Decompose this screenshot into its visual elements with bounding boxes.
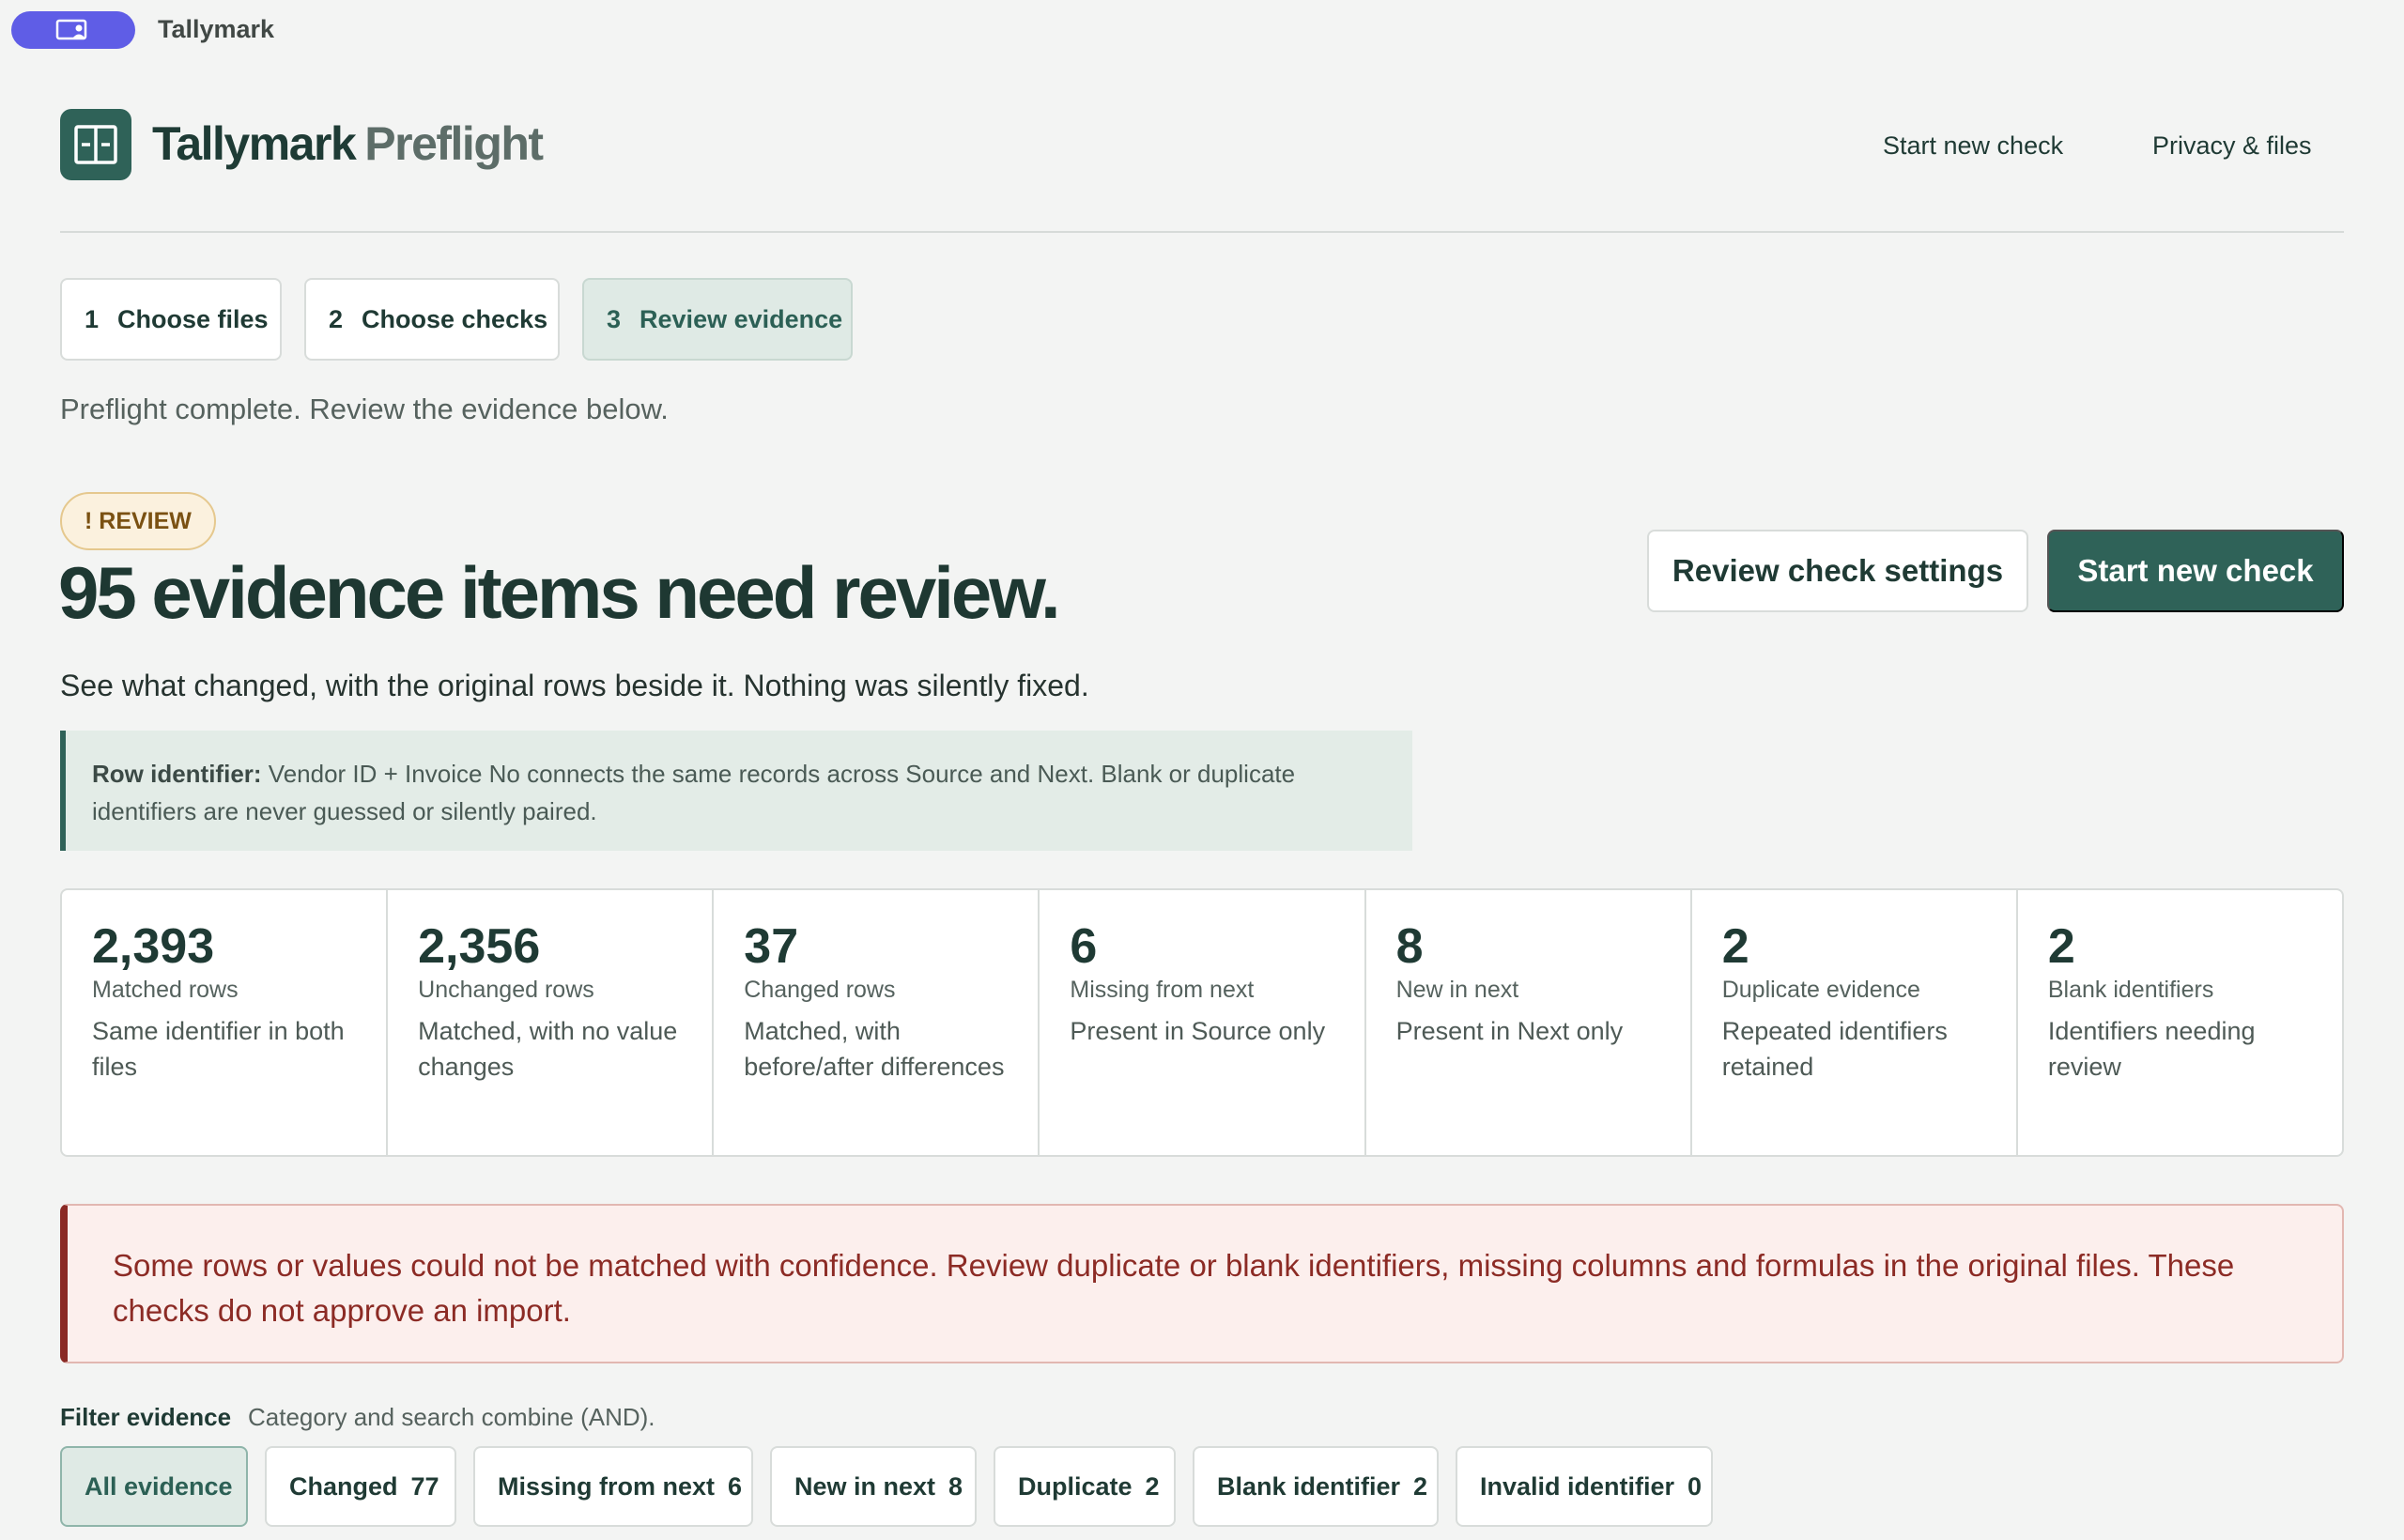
nav-privacy-files[interactable]: Privacy & files bbox=[2152, 131, 2312, 161]
stat-label: Duplicate evidence bbox=[1721, 977, 1920, 1003]
stat-new-in-next: 8 New in next Present in Next only bbox=[1366, 890, 1692, 1155]
filter-chip-changed[interactable]: Changed 77 bbox=[265, 1446, 456, 1527]
stat-label: Matched rows bbox=[92, 977, 239, 1003]
step-number: 3 bbox=[607, 304, 622, 333]
stat-desc: Repeated identifiers retained bbox=[1721, 1017, 1948, 1081]
stat-changed-rows: 37 Changed rows Matched, with before/aft… bbox=[714, 890, 1040, 1155]
chip-label: Duplicate bbox=[1018, 1471, 1133, 1501]
review-headline: 95 evidence items need review. bbox=[58, 551, 1061, 634]
chip-count: 2 bbox=[1413, 1471, 1428, 1501]
stat-desc: Identifiers needing review bbox=[2047, 1017, 2256, 1081]
chip-label: All evidence bbox=[85, 1471, 233, 1501]
stat-desc: Matched, with no value changes bbox=[418, 1017, 678, 1081]
step-choose-files[interactable]: 1 Choose files bbox=[60, 278, 282, 361]
row-identifier-text: Vendor ID + Invoice No connects the same… bbox=[92, 760, 1296, 825]
review-badge: ! REVIEW bbox=[60, 492, 216, 550]
start-new-check-button[interactable]: Start new check bbox=[2047, 530, 2344, 612]
window-title: Tallymark bbox=[158, 15, 275, 43]
step-number: 1 bbox=[85, 304, 100, 333]
filter-chip-all-evidence[interactable]: All evidence bbox=[60, 1446, 248, 1527]
step-choose-checks[interactable]: 2 Choose checks bbox=[304, 278, 560, 361]
chip-label: Missing from next bbox=[498, 1471, 716, 1501]
stats-panel: 2,393 Matched rows Same identifier in bo… bbox=[60, 888, 2344, 1157]
stat-label: Changed rows bbox=[744, 977, 896, 1003]
filter-chip-missing-from-next[interactable]: Missing from next 6 bbox=[473, 1446, 753, 1527]
chip-label: New in next bbox=[794, 1471, 936, 1501]
nav-start-new-check[interactable]: Start new check bbox=[1883, 131, 2063, 161]
filter-hint: Category and search combine (AND). bbox=[248, 1403, 655, 1431]
row-identifier-label: Row identifier: bbox=[92, 760, 262, 788]
stat-value: 37 bbox=[744, 919, 799, 974]
chip-count: 6 bbox=[728, 1471, 743, 1501]
step-label: Choose files bbox=[117, 304, 269, 333]
app-window: Tallymark Tallymark Preflight Start new c… bbox=[0, 0, 2404, 1540]
step-label: Review evidence bbox=[640, 304, 843, 333]
chip-count: 0 bbox=[1687, 1471, 1703, 1501]
tallymark-logo-icon bbox=[60, 109, 131, 180]
app-switcher-button[interactable] bbox=[11, 11, 135, 49]
brand-wordmark: Tallymark Preflight bbox=[152, 116, 544, 171]
filter-chip-new-in-next[interactable]: New in next 8 bbox=[770, 1446, 977, 1527]
chip-label: Invalid identifier bbox=[1480, 1471, 1675, 1501]
chip-label: Changed bbox=[289, 1471, 398, 1501]
stat-label: New in next bbox=[1395, 977, 1519, 1003]
stat-label: Missing from next bbox=[1070, 977, 1255, 1003]
brand-secondary: Preflight bbox=[364, 117, 544, 170]
stat-value: 8 bbox=[1395, 919, 1424, 974]
stat-label: Unchanged rows bbox=[418, 977, 594, 1003]
app-icon bbox=[55, 19, 87, 40]
header-divider bbox=[60, 231, 2344, 233]
step-review-evidence[interactable]: 3 Review evidence bbox=[582, 278, 853, 361]
chip-label: Blank identifier bbox=[1217, 1471, 1401, 1501]
stat-desc: Same identifier in both files bbox=[92, 1017, 345, 1081]
stat-value: 2,356 bbox=[418, 919, 541, 974]
row-identifier-note: Row identifier: Vendor ID + Invoice No c… bbox=[60, 731, 1412, 851]
title-bar: Tallymark bbox=[0, 0, 2404, 60]
stat-label: Blank identifiers bbox=[2047, 977, 2214, 1003]
stat-value: 2 bbox=[2047, 919, 2075, 974]
chip-count: 77 bbox=[410, 1471, 439, 1501]
stat-duplicate-evidence: 2 Duplicate evidence Repeated identifier… bbox=[1692, 890, 2018, 1155]
filter-chip-duplicate[interactable]: Duplicate 2 bbox=[994, 1446, 1176, 1527]
stat-missing-from-next: 6 Missing from next Present in Source on… bbox=[1040, 890, 1366, 1155]
stat-desc: Present in Next only bbox=[1395, 1017, 1624, 1045]
stat-blank-identifiers: 2 Blank identifiers Identifiers needing … bbox=[2018, 890, 2342, 1155]
stat-value: 2 bbox=[1721, 919, 1749, 974]
step-label: Choose checks bbox=[362, 304, 548, 333]
filter-title: Filter evidence bbox=[60, 1403, 232, 1431]
step-number: 2 bbox=[329, 304, 344, 333]
status-message: Preflight complete. Review the evidence … bbox=[60, 393, 669, 425]
stat-unchanged-rows: 2,356 Unchanged rows Matched, with no va… bbox=[388, 890, 715, 1155]
stat-value: 2,393 bbox=[92, 919, 215, 974]
stat-desc: Present in Source only bbox=[1070, 1017, 1326, 1045]
filter-chip-blank-identifier[interactable]: Blank identifier 2 bbox=[1193, 1446, 1439, 1527]
stat-value: 6 bbox=[1070, 919, 1098, 974]
confidence-warning-alert: Some rows or values could not be matched… bbox=[60, 1204, 2344, 1363]
chip-count: 2 bbox=[1145, 1471, 1160, 1501]
filter-chip-invalid-identifier[interactable]: Invalid identifier 0 bbox=[1456, 1446, 1713, 1527]
review-check-settings-button[interactable]: Review check settings bbox=[1647, 530, 2028, 612]
brand-primary: Tallymark bbox=[152, 117, 357, 170]
stat-desc: Matched, with before/after differences bbox=[744, 1017, 1005, 1081]
chip-count: 8 bbox=[948, 1471, 963, 1501]
stat-matched-rows: 2,393 Matched rows Same identifier in bo… bbox=[62, 890, 389, 1155]
review-subline: See what changed, with the original rows… bbox=[60, 669, 1089, 702]
